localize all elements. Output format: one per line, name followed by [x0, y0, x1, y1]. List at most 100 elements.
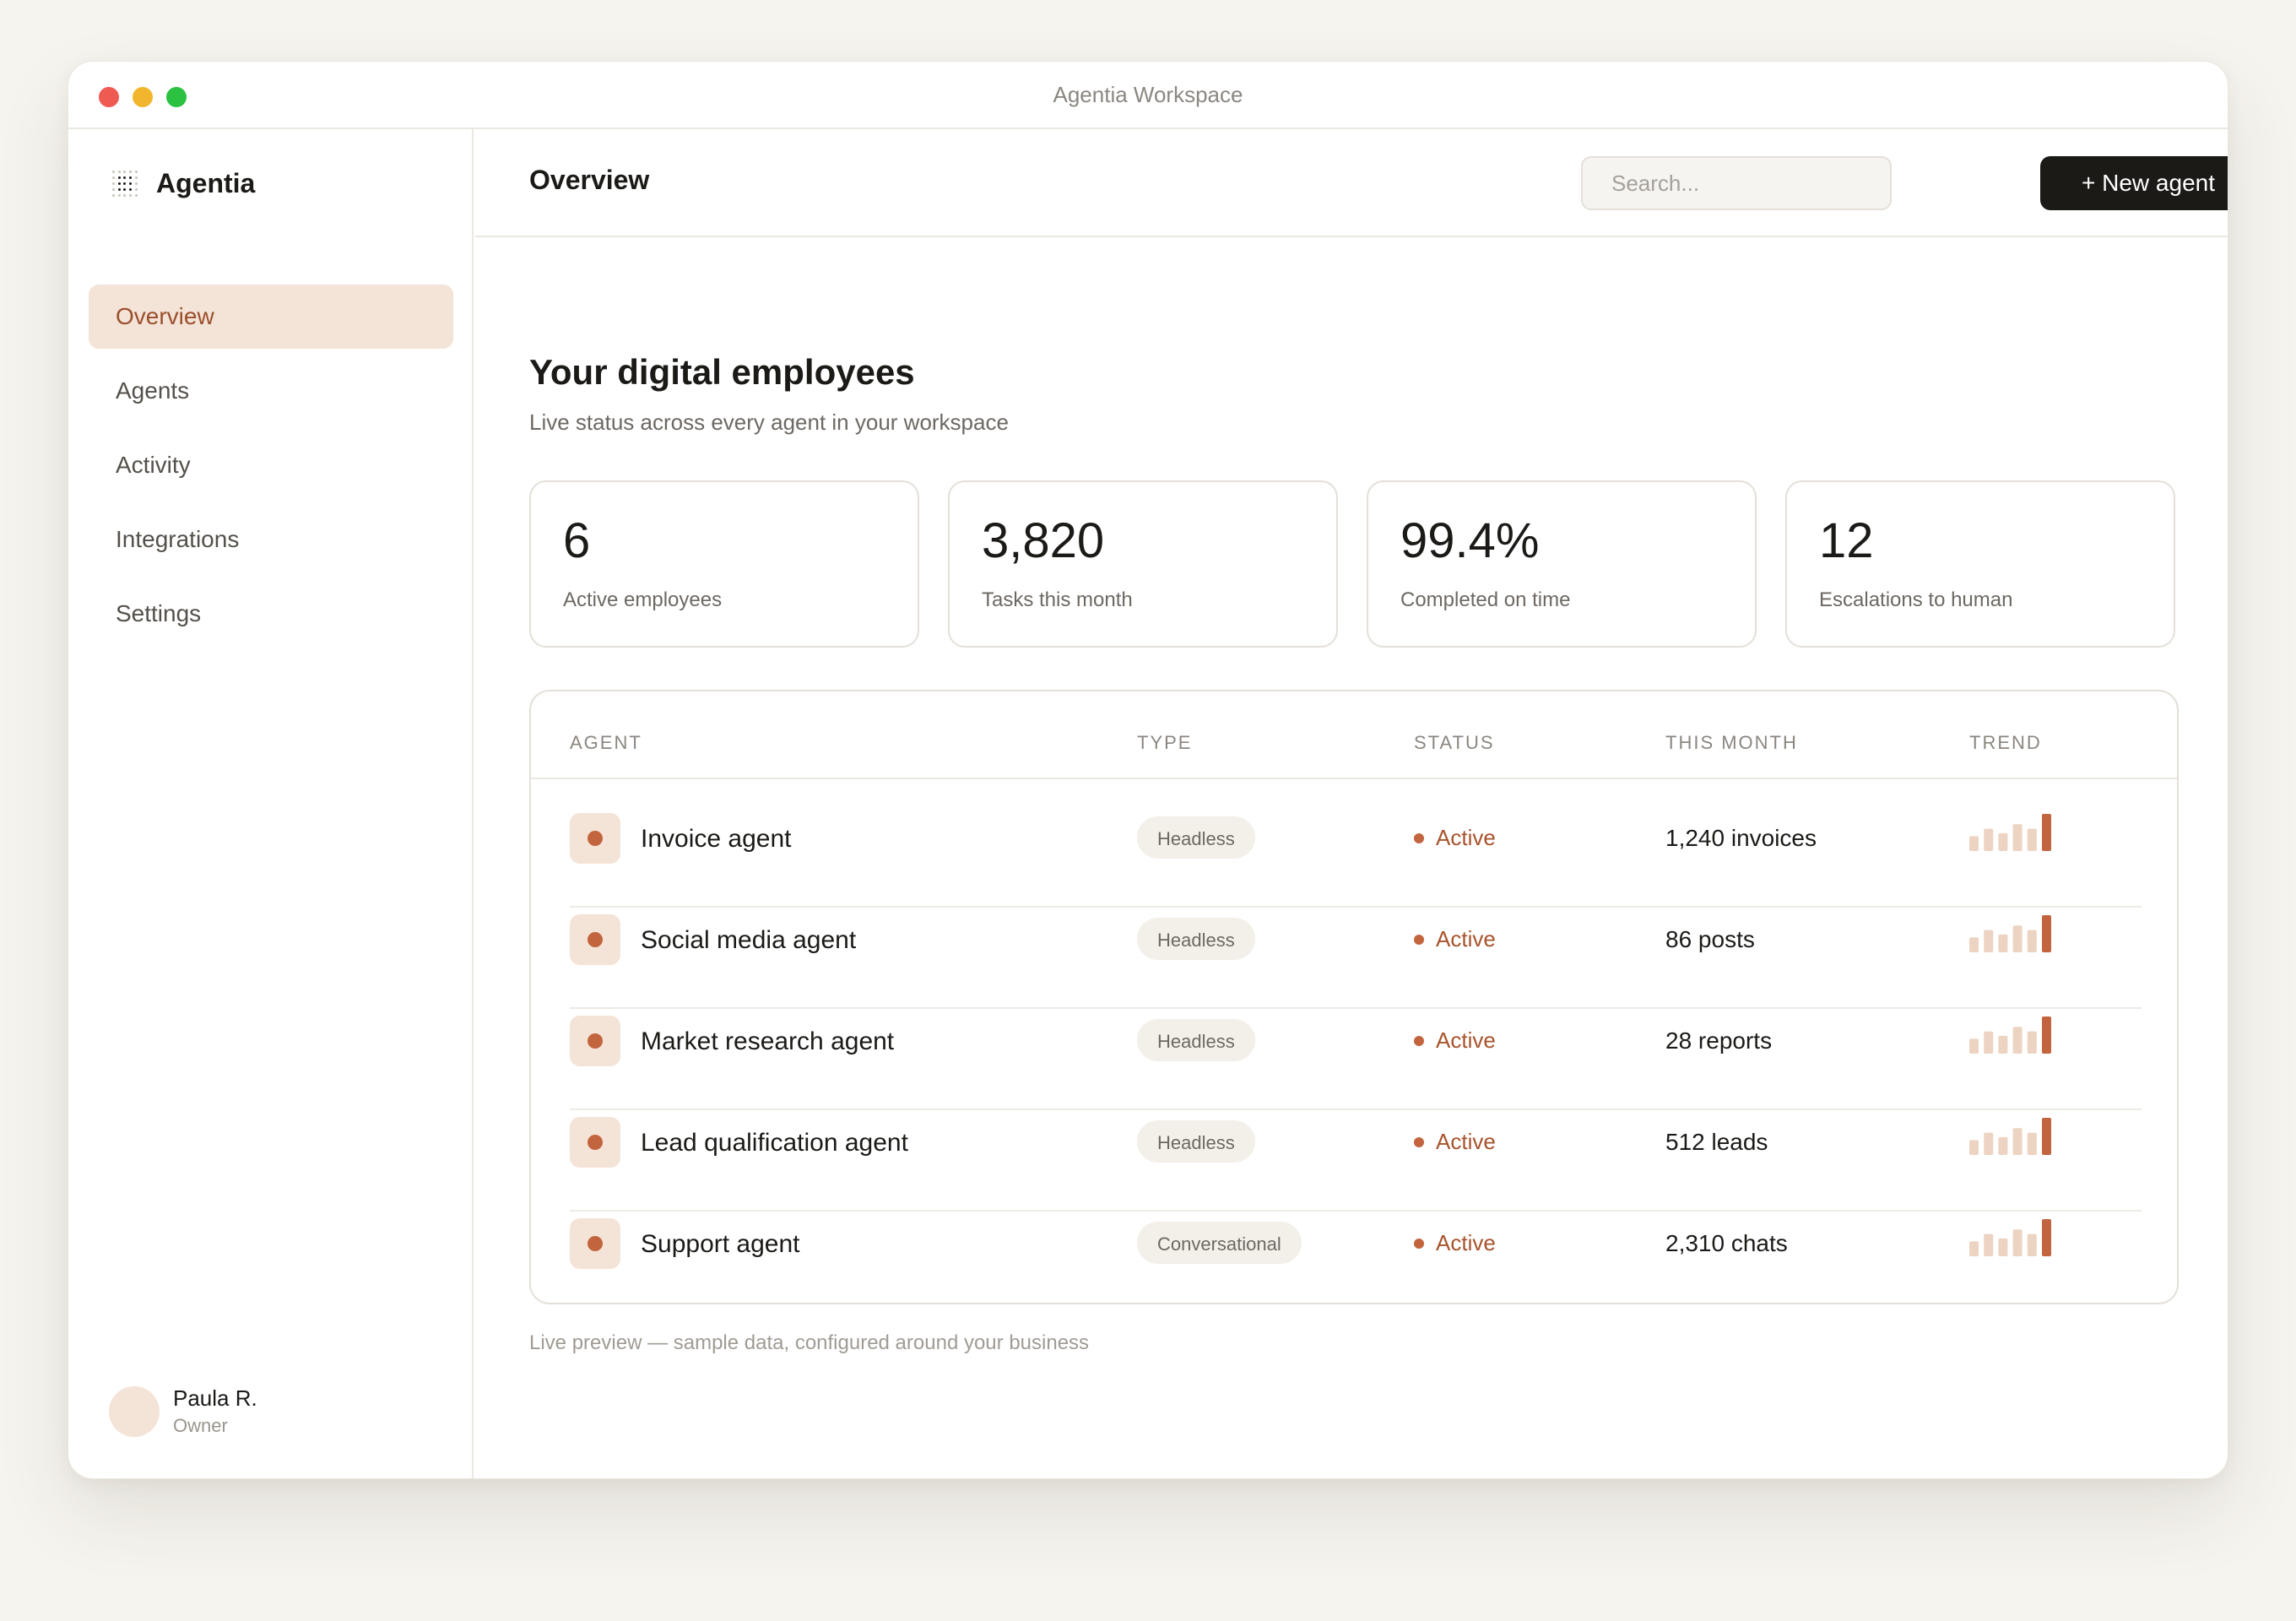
status-dot-icon — [1414, 1137, 1424, 1147]
status-text: Active — [1436, 825, 1496, 850]
section-heading: Your digital employees — [529, 352, 915, 392]
column-header-this-month: THIS MONTH — [1665, 732, 1798, 753]
status-dot-icon — [1414, 833, 1424, 843]
trend-bar — [1998, 1035, 2008, 1054]
trend-bar — [2042, 1118, 2051, 1155]
agent-dot-icon — [588, 1236, 603, 1251]
trend-sparkline — [1969, 1017, 2051, 1054]
title-bar: Agentia Workspace — [68, 62, 2228, 129]
agent-icon — [570, 1117, 620, 1168]
trend-bar — [1998, 1136, 2008, 1155]
brand-name: Agentia — [156, 168, 256, 198]
column-header-agent: AGENT — [570, 732, 642, 753]
status-text: Active — [1436, 1129, 1496, 1154]
agent-icon — [570, 1218, 620, 1269]
trend-bar — [1969, 1140, 1979, 1155]
agent-name[interactable]: Lead qualification agent — [641, 1129, 908, 1157]
trend-bar — [1998, 832, 2008, 851]
agent-icon — [570, 1016, 620, 1066]
agent-name[interactable]: Invoice agent — [641, 825, 791, 854]
status-dot-icon — [1414, 935, 1424, 945]
trend-bar — [2027, 1132, 2037, 1155]
trend-bar — [2027, 1233, 2037, 1256]
stat-card: 12 Escalations to human — [1785, 480, 2175, 648]
sidebar-item-integrations[interactable]: Integrations — [89, 507, 453, 572]
page-title: Overview — [529, 165, 650, 195]
trend-bar — [2012, 1229, 2023, 1256]
table-row[interactable]: Support agent Conversational Active 2,310 c… — [570, 1212, 2142, 1303]
trend-bar — [2042, 1017, 2051, 1054]
user-role: Owner — [173, 1415, 228, 1436]
main-content: Overview + New agent Your digital employ… — [475, 129, 2228, 1478]
table-body: Invoice agent Headless Active 1,240 invoice… — [570, 806, 2142, 1303]
trend-sparkline — [1969, 1118, 2051, 1155]
agent-icon — [570, 914, 620, 965]
stat-card: 3,820 Tasks this month — [948, 480, 1338, 648]
sidebar-nav: Overview Agents Activity Integrations Settin… — [89, 285, 453, 656]
window-title: Agentia Workspace — [1053, 82, 1243, 107]
trend-sparkline — [1969, 915, 2051, 952]
trend-bar — [2027, 828, 2037, 851]
trend-sparkline — [1969, 814, 2051, 851]
table-row[interactable]: Invoice agent Headless Active 1,240 invoice… — [570, 806, 2142, 908]
trend-sparkline — [1969, 1219, 2051, 1256]
agent-dot-icon — [588, 932, 603, 947]
trend-bar — [2042, 814, 2051, 851]
table-row[interactable]: Social media agent Headless Active 86 posts — [570, 908, 2142, 1009]
trend-bar — [1984, 1031, 1994, 1054]
trend-bar — [2027, 930, 2037, 952]
agent-name[interactable]: Social media agent — [641, 926, 856, 955]
table-row[interactable]: Market research agent Headless Active 28 re… — [570, 1009, 2142, 1110]
trend-bar — [1998, 934, 2008, 952]
avatar — [109, 1385, 160, 1437]
stat-value: 6 — [563, 513, 591, 568]
type-badge: Headless — [1137, 918, 1255, 960]
top-bar: Overview + New agent — [475, 129, 2228, 237]
agent-dot-icon — [588, 1033, 603, 1049]
this-month-value: 86 posts — [1665, 926, 1755, 952]
stat-value: 3,820 — [982, 513, 1105, 568]
sidebar-item-overview[interactable]: Overview — [89, 285, 453, 349]
type-badge: Conversational — [1137, 1222, 1302, 1264]
table-row[interactable]: Lead qualification agent Headless Active 51… — [570, 1110, 2142, 1212]
stat-value: 99.4% — [1400, 513, 1540, 568]
agent-dot-icon — [588, 1135, 603, 1150]
sidebar-item-activity[interactable]: Activity — [89, 433, 453, 497]
sidebar: Agentia Overview Agents Activity Integratio… — [68, 129, 474, 1478]
sidebar-item-label: Agents — [116, 377, 190, 404]
column-header-type: TYPE — [1137, 732, 1193, 753]
type-badge: Headless — [1137, 816, 1255, 859]
brand-logo-icon — [111, 170, 139, 198]
new-agent-button[interactable]: + New agent — [2040, 156, 2228, 210]
stat-label: Escalations to human — [1819, 588, 2013, 611]
trend-bar — [1984, 828, 1994, 851]
search-input[interactable] — [1581, 156, 1892, 210]
trend-bar — [2027, 1031, 2037, 1054]
column-header-status: STATUS — [1414, 732, 1495, 753]
sidebar-item-label: Overview — [116, 303, 214, 329]
trend-bar — [2012, 925, 2023, 952]
agent-name[interactable]: Market research agent — [641, 1027, 894, 1056]
table-header: AGENT TYPE STATUS THIS MONTH TREND — [531, 691, 2177, 779]
stat-label: Tasks this month — [982, 588, 1133, 611]
sidebar-item-settings[interactable]: Settings — [89, 582, 453, 646]
trend-bar — [1984, 1132, 1994, 1155]
agent-name[interactable]: Support agent — [641, 1230, 799, 1259]
brand[interactable]: Agentia — [111, 168, 255, 199]
sidebar-item-agents[interactable]: Agents — [89, 359, 453, 423]
trend-bar — [1969, 1038, 1979, 1054]
trend-bar — [1969, 836, 1979, 851]
trend-bar — [2012, 1027, 2023, 1054]
trend-bar — [1984, 930, 1994, 952]
trend-bar — [1969, 1241, 1979, 1256]
trend-bar — [2042, 1219, 2051, 1256]
sidebar-item-label: Integrations — [116, 526, 240, 552]
trend-bar — [1984, 1233, 1994, 1256]
section-subheading: Live status across every agent in your w… — [529, 409, 1009, 435]
status-dot-icon — [1414, 1036, 1424, 1046]
sidebar-item-label: Activity — [116, 452, 191, 478]
status-text: Active — [1436, 1027, 1496, 1053]
user-profile[interactable]: Paula R. Owner — [109, 1385, 257, 1437]
status-text: Active — [1436, 1230, 1496, 1255]
user-name: Paula R. — [173, 1385, 257, 1411]
